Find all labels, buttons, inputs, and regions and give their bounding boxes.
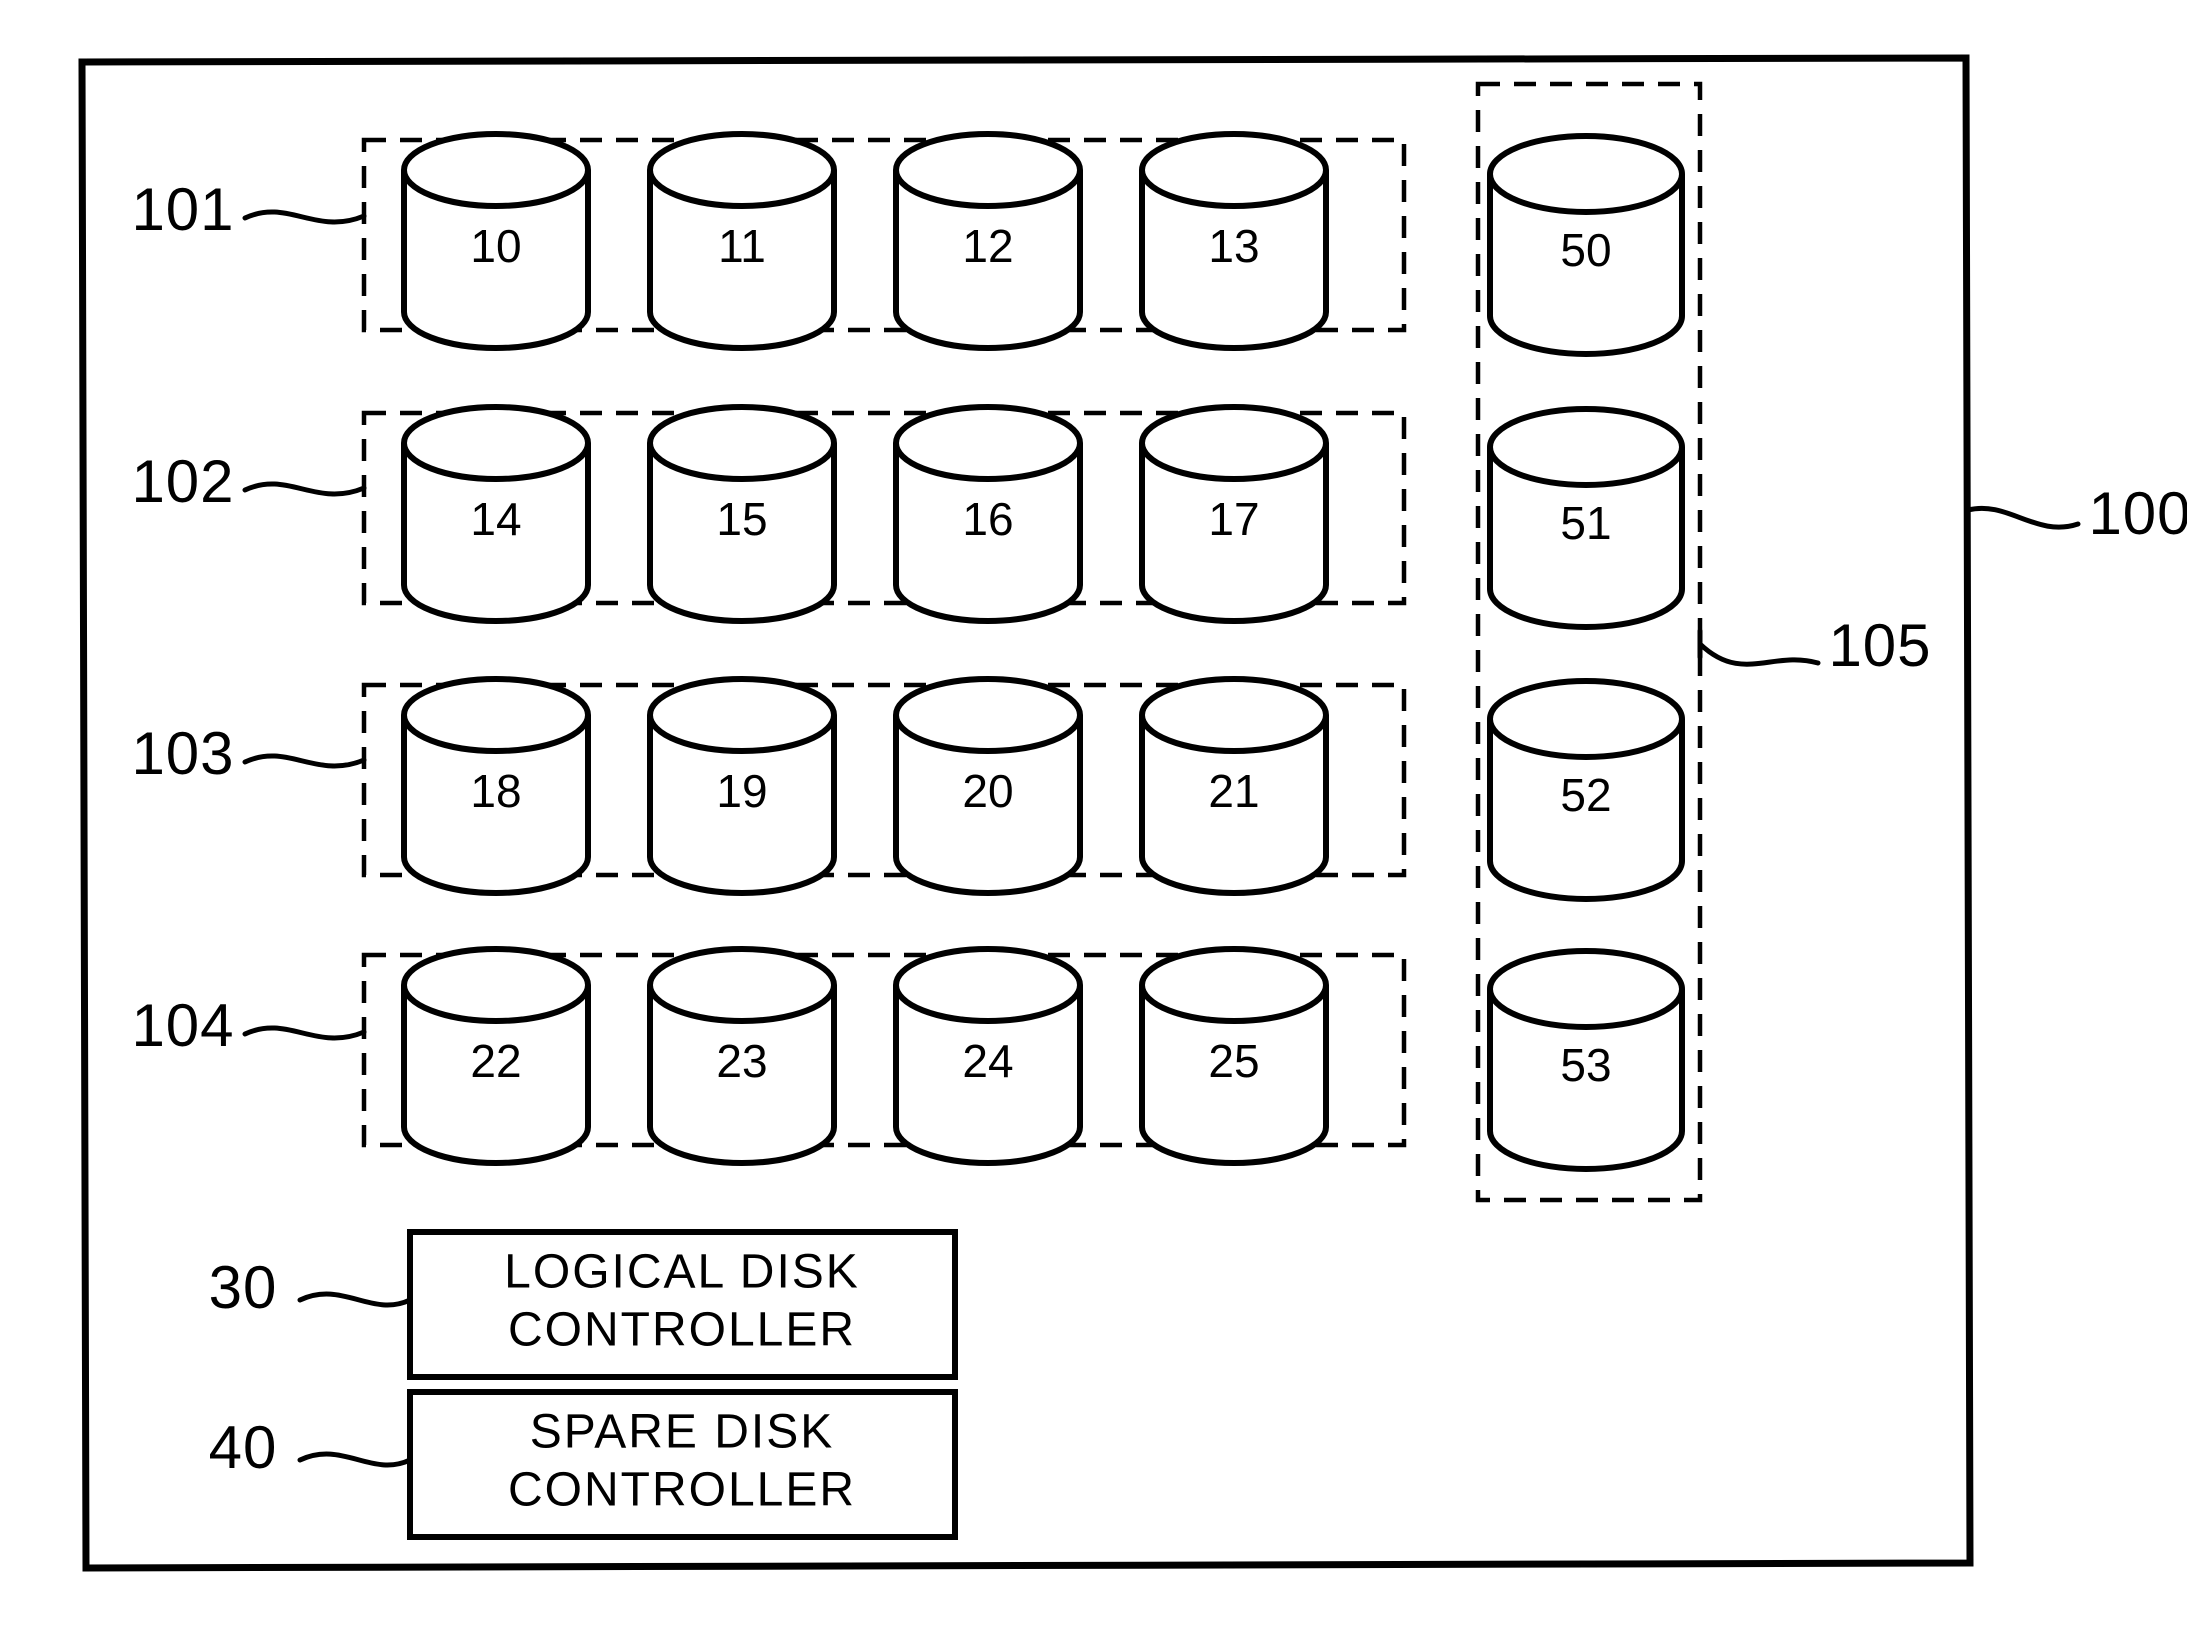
spare-disk-cylinder: 51	[1487, 406, 1685, 630]
disk-label: 13	[1208, 220, 1259, 272]
logical-disk-controller-line1: LOGICAL DISK	[504, 1246, 860, 1299]
ref-label-104: 104	[131, 992, 234, 1059]
spare-disk-cylinder: 53	[1487, 948, 1685, 1172]
ref-label-100: 100	[2088, 480, 2187, 547]
ref-label-102: 102	[131, 448, 234, 515]
ref-label-105: 105	[1828, 612, 1931, 679]
disk-cylinder: 23	[647, 946, 837, 1166]
spare-disk-label: 53	[1560, 1039, 1611, 1091]
disk-label: 16	[962, 493, 1013, 545]
disk-cylinder: 16	[893, 404, 1083, 624]
disk-label: 20	[962, 765, 1013, 817]
spare-disk-label: 50	[1560, 224, 1611, 276]
disk-cylinder: 25	[1139, 946, 1329, 1166]
disk-label: 15	[716, 493, 767, 545]
disk-cylinder: 18	[401, 676, 591, 896]
disk-cylinder: 11	[647, 131, 837, 351]
disk-cylinder: 20	[893, 676, 1083, 896]
leader-line-102	[242, 481, 367, 497]
disk-cylinder: 24	[893, 946, 1083, 1166]
figure-canvas: 10 11 12 13 50 14 15 16 17 51 18 19 20 2…	[0, 0, 2187, 1632]
spare-disk-cylinder: 52	[1487, 678, 1685, 902]
disk-label: 24	[962, 1035, 1013, 1087]
ref-label-101: 101	[131, 176, 234, 243]
ref-label-103: 103	[131, 720, 234, 787]
disk-label: 10	[470, 220, 521, 272]
leader-line-100	[1965, 505, 2081, 530]
disk-cylinder: 19	[647, 676, 837, 896]
disk-cylinder: 15	[647, 404, 837, 624]
logical-disk-controller-line2: CONTROLLER	[508, 1304, 856, 1357]
leader-line-105	[1697, 641, 1821, 667]
patent-figure-svg: 10 11 12 13 50 14 15 16 17 51 18 19 20 2…	[78, 54, 2187, 1572]
disk-label: 21	[1208, 765, 1259, 817]
leader-line-104	[242, 1025, 367, 1041]
disk-label: 19	[716, 765, 767, 817]
disk-label: 14	[470, 493, 521, 545]
disk-label: 12	[962, 220, 1013, 272]
spare-disk-label: 52	[1560, 769, 1611, 821]
spare-disk-cylinder: 50	[1487, 133, 1685, 357]
disk-cylinder: 13	[1139, 131, 1329, 351]
leader-line-30	[297, 1291, 413, 1308]
disk-cylinder: 12	[893, 131, 1083, 351]
disk-cylinder: 22	[401, 946, 591, 1166]
ref-label-30: 30	[209, 1254, 278, 1321]
leader-line-40	[297, 1451, 413, 1468]
disk-cylinder: 21	[1139, 676, 1329, 896]
spare-disk-controller-line1: SPARE DISK	[530, 1406, 835, 1459]
ref-label-40: 40	[209, 1414, 278, 1481]
spare-disk-controller-line2: CONTROLLER	[508, 1464, 856, 1517]
spare-disk-label: 51	[1560, 497, 1611, 549]
leader-line-101	[242, 209, 367, 225]
disk-cylinder: 17	[1139, 404, 1329, 624]
disk-cylinder: 10	[401, 131, 591, 351]
leader-line-103	[242, 753, 367, 769]
disk-label: 17	[1208, 493, 1259, 545]
disk-cylinder: 14	[401, 404, 591, 624]
disk-label: 23	[716, 1035, 767, 1087]
disk-label: 11	[718, 220, 766, 272]
disk-label: 18	[470, 765, 521, 817]
disk-label: 25	[1208, 1035, 1259, 1087]
disk-label: 22	[470, 1035, 521, 1087]
